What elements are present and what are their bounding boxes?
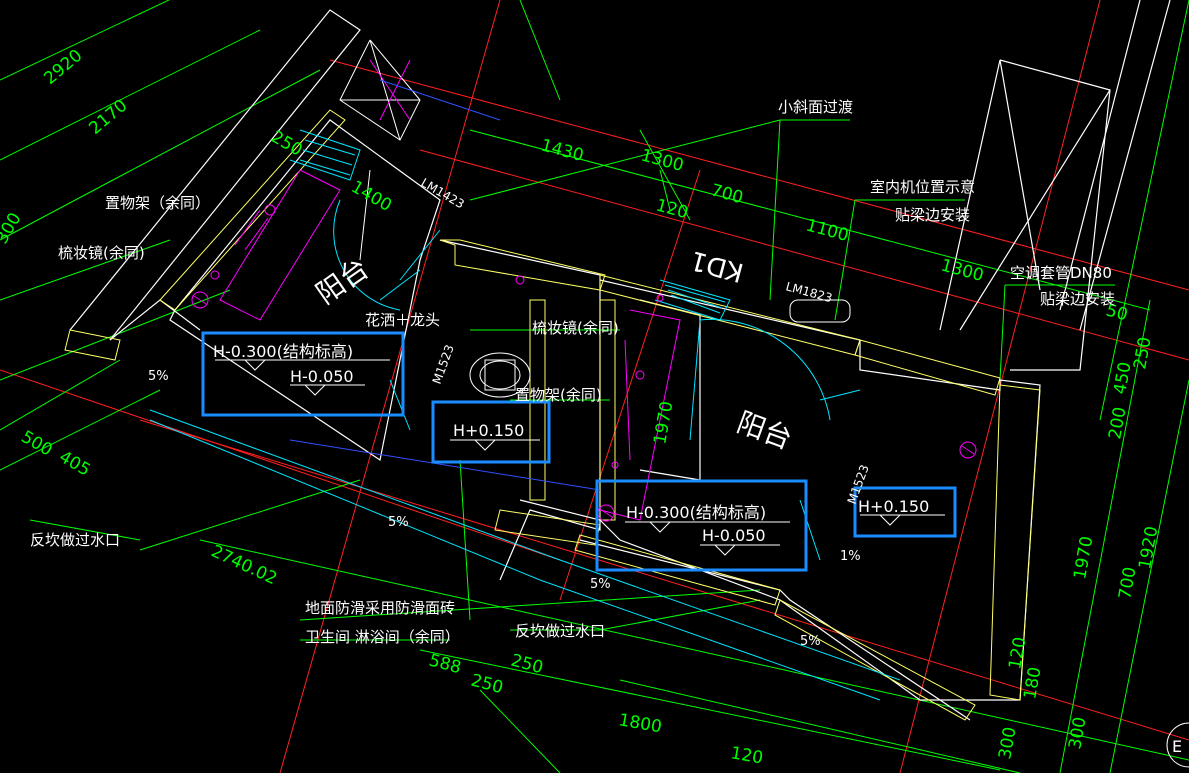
label-pct-1: 1% xyxy=(840,549,861,564)
label-kd1: KD1 xyxy=(687,244,747,287)
white-fixtures xyxy=(339,39,851,398)
label-anti-slip: 地面防滑采用防滑面砖 xyxy=(305,599,455,617)
floor-plan-svg[interactable]: 2920 2170 300 250 1400 1430 1300 120 700… xyxy=(0,0,1189,773)
label-mirror-left: 梳妆镜(余同) xyxy=(58,244,145,262)
annotation-texts: 置物架（余同） 梳妆镜(余同) 阳台 花洒＋龙头 梳妆镜(余同) 置物架(余同)… xyxy=(30,98,1115,649)
elevation-box1-line2: H-0.050 xyxy=(290,367,354,386)
grid-label-e: E xyxy=(1172,737,1182,756)
dim-2740: 2740.02 xyxy=(208,541,280,589)
label-mirror-center: 梳妆镜(余同) xyxy=(532,319,619,337)
cad-drawing-canvas[interactable]: 2920 2170 300 250 1400 1430 1300 120 700… xyxy=(0,0,1189,773)
dim-1300-top: 1300 xyxy=(639,146,686,177)
label-pct-5-a: 5% xyxy=(148,369,169,384)
grid-bubble-e: E xyxy=(1166,722,1189,768)
label-m1523-left: M1523 xyxy=(430,343,457,386)
dim-1100: 1100 xyxy=(804,216,851,247)
label-lm1423: LM1423 xyxy=(419,175,467,211)
dim-120-bottom: 120 xyxy=(729,743,764,768)
label-flower-box: 花洒＋龙头 xyxy=(365,311,440,329)
dim-588: 588 xyxy=(427,651,464,679)
dimension-texts: 2920 2170 300 250 1400 1430 1300 120 700… xyxy=(0,46,1162,769)
dim-1400: 1400 xyxy=(348,177,395,216)
label-reverse-slope-left: 反坎做过水口 xyxy=(30,531,120,549)
dim-1430: 1430 xyxy=(539,136,586,167)
dim-1300-right: 1300 xyxy=(939,256,986,287)
label-beam-install: 贴梁边安装 xyxy=(895,206,970,224)
label-pct-5-c: 5% xyxy=(590,577,611,592)
label-bathroom: 卫生间 淋浴间（余同） xyxy=(305,628,460,646)
dim-250-bottom-a: 250 xyxy=(469,671,506,699)
dim-250-bottom-b: 250 xyxy=(509,651,546,679)
dim-1800: 1800 xyxy=(617,710,663,737)
label-pct-5-d: 5% xyxy=(800,634,821,649)
label-shelf-top: 置物架（余同） xyxy=(105,194,210,212)
label-lm1823: LM1823 xyxy=(784,279,834,305)
dim-200: 200 xyxy=(1105,405,1130,440)
label-pct-5-b: 5% xyxy=(388,515,409,530)
dim-1970-center: 1970 xyxy=(650,400,677,446)
elevation-box1-line1: H-0.300(结构标高) xyxy=(213,342,353,361)
dim-300-bottom-right-a: 300 xyxy=(995,725,1020,760)
dim-1970-right: 1970 xyxy=(1070,535,1097,581)
label-ac-sleeve: 空调套管DN80 xyxy=(1010,264,1112,282)
label-slope-transition: 小斜面过渡 xyxy=(778,98,853,116)
dim-405: 405 xyxy=(56,447,94,481)
elevation-box2-text: H+0.150 xyxy=(453,421,524,440)
label-balcony-left: 阳台 xyxy=(310,252,375,311)
dim-2170: 2170 xyxy=(85,96,131,139)
label-balcony-right: 阳台 xyxy=(733,406,797,456)
elevation-box3-line2: H-0.050 xyxy=(702,526,766,545)
elevation-box3-line1: H-0.300(结构标高) xyxy=(626,503,766,522)
top-stair-lines xyxy=(369,59,411,121)
dim-120-top: 120 xyxy=(654,196,691,224)
label-indoor-unit: 室内机位置示意 xyxy=(870,178,975,196)
dim-700-right: 700 xyxy=(1115,565,1140,600)
dim-500: 500 xyxy=(18,427,56,461)
dim-1920: 1920 xyxy=(1135,525,1162,571)
dim-450: 450 xyxy=(1110,360,1135,395)
dim-300-bottom-right-b: 300 xyxy=(1065,715,1090,750)
dim-120-bottom-right: 120 xyxy=(1005,635,1030,670)
elevation-texts: H-0.300(结构标高) H-0.050 H+0.150 H-0.300(结构… xyxy=(213,342,929,545)
dim-250-top: 250 xyxy=(268,127,306,161)
label-reverse-slope-center: 反坎做过水口 xyxy=(515,622,605,640)
elevation-box4-text: H+0.150 xyxy=(858,497,929,516)
dim-2920: 2920 xyxy=(40,46,86,89)
label-shelf-center: 置物架(余同) xyxy=(515,386,602,404)
label-beam-install-right: 贴梁边安装 xyxy=(1040,290,1115,308)
dim-700: 700 xyxy=(709,181,746,209)
